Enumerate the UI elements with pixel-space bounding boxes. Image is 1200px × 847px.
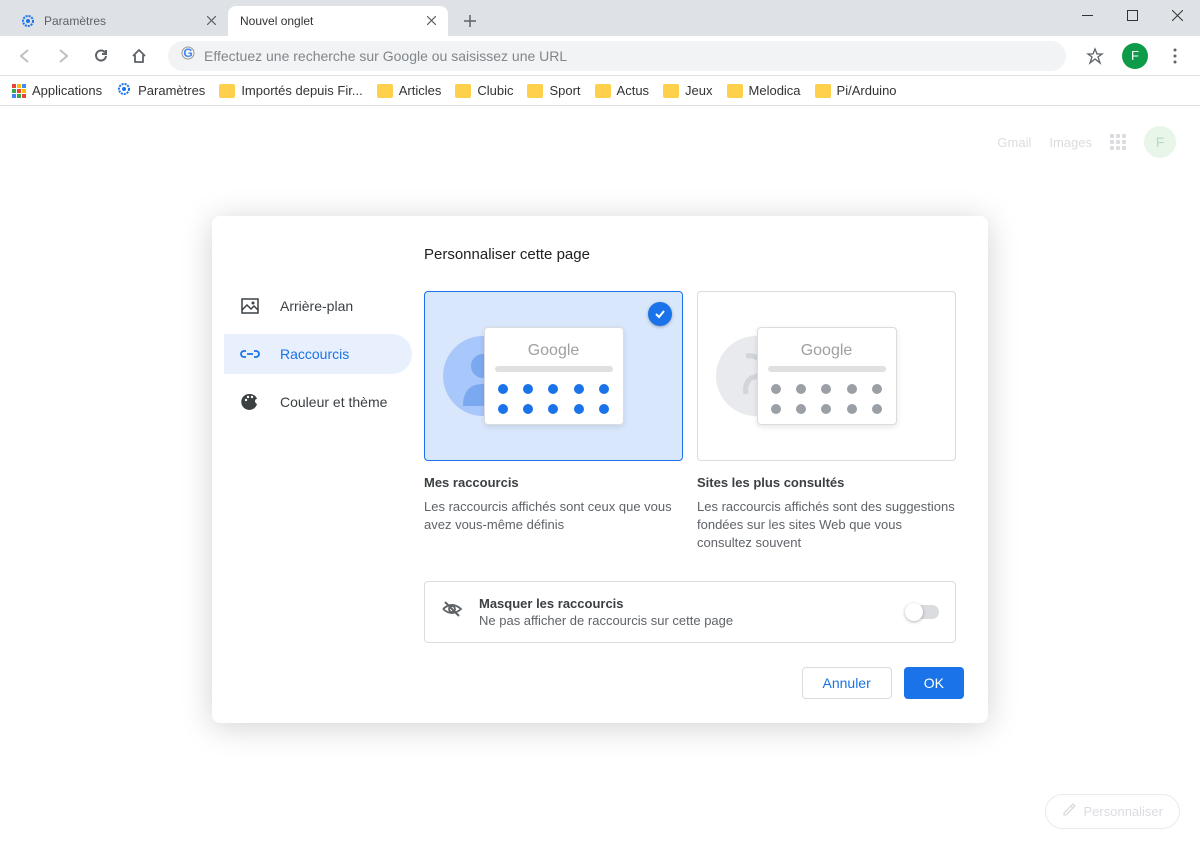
preview-tile: Google — [757, 327, 897, 425]
sidebar-label: Arrière-plan — [280, 298, 353, 314]
folder-icon — [377, 84, 393, 98]
window-close[interactable] — [1155, 0, 1200, 30]
folder-icon — [815, 84, 831, 98]
bookmark-label: Paramètres — [138, 83, 205, 98]
check-icon — [648, 302, 672, 326]
folder-icon — [595, 84, 611, 98]
omnibox-placeholder: Effectuez une recherche sur Google ou sa… — [204, 48, 567, 64]
sidebar-item-shortcuts[interactable]: Raccourcis — [224, 334, 412, 374]
cancel-button[interactable]: Annuler — [802, 667, 892, 699]
option-title: Mes raccourcis — [424, 475, 683, 490]
tab-new[interactable]: Nouvel onglet — [228, 6, 448, 36]
tab-title: Paramètres — [44, 14, 199, 28]
close-icon[interactable] — [427, 14, 436, 28]
image-icon — [240, 296, 260, 316]
hide-toggle[interactable] — [907, 605, 939, 619]
bookmark-folder[interactable]: Pi/Arduino — [815, 83, 897, 98]
hide-shortcuts-row: Masquer les raccourcis Ne pas afficher d… — [424, 581, 956, 643]
svg-text:G: G — [183, 46, 192, 60]
bookmark-label: Melodica — [749, 83, 801, 98]
bookmark-folder[interactable]: Jeux — [663, 83, 712, 98]
option-desc: Les raccourcis affichés sont des suggest… — [697, 498, 956, 553]
dialog-title: Personnaliser cette page — [424, 246, 956, 263]
bookmark-label: Sport — [549, 83, 580, 98]
pencil-icon — [1062, 803, 1076, 820]
sidebar-item-background[interactable]: Arrière-plan — [224, 286, 412, 326]
tab-strip: Paramètres Nouvel onglet — [0, 0, 1200, 36]
folder-icon — [219, 84, 235, 98]
bookmark-label: Actus — [617, 83, 650, 98]
gear-icon — [20, 13, 36, 29]
sidebar-label: Raccourcis — [280, 346, 349, 362]
toolbar: G Effectuez une recherche sur Google ou … — [0, 36, 1200, 76]
google-icon: G — [180, 45, 196, 66]
new-tab-button[interactable] — [456, 7, 484, 35]
window-maximize[interactable] — [1110, 0, 1155, 30]
link-icon — [240, 344, 260, 364]
window-minimize[interactable] — [1065, 0, 1110, 30]
reload-button[interactable] — [84, 39, 118, 73]
bookmark-folder[interactable]: Importés depuis Fir... — [219, 83, 362, 98]
eye-off-icon — [441, 598, 463, 625]
bookmark-label: Jeux — [685, 83, 712, 98]
forward-button[interactable] — [46, 39, 80, 73]
bookmark-label: Applications — [32, 83, 102, 98]
option-title: Sites les plus consultés — [697, 475, 956, 490]
folder-icon — [727, 84, 743, 98]
bookmark-label: Articles — [399, 83, 442, 98]
apps-button[interactable]: Applications — [12, 83, 102, 98]
bookmarks-bar: Applications Paramètres Importés depuis … — [0, 76, 1200, 106]
omnibox[interactable]: G Effectuez une recherche sur Google ou … — [168, 41, 1066, 71]
bookmark-star-button[interactable] — [1078, 39, 1112, 73]
dialog-sidebar: Arrière-plan Raccourcis Couleur et thème — [212, 216, 412, 643]
tab-title: Nouvel onglet — [240, 14, 419, 28]
sidebar-item-theme[interactable]: Couleur et thème — [224, 382, 412, 422]
palette-icon — [240, 392, 260, 412]
customize-page-button[interactable]: Personnaliser — [1045, 794, 1181, 829]
bookmark-label: Pi/Arduino — [837, 83, 897, 98]
bookmark-label: Clubic — [477, 83, 513, 98]
bookmark-folder[interactable]: Articles — [377, 83, 442, 98]
folder-icon — [455, 84, 471, 98]
customize-label: Personnaliser — [1084, 804, 1164, 819]
back-button[interactable] — [8, 39, 42, 73]
home-button[interactable] — [122, 39, 156, 73]
profile-button[interactable]: F — [1122, 43, 1148, 69]
bookmark-folder[interactable]: Clubic — [455, 83, 513, 98]
apps-icon — [12, 84, 26, 98]
preview-tile: Google — [484, 327, 624, 425]
ok-button[interactable]: OK — [904, 667, 964, 699]
close-icon[interactable] — [207, 14, 216, 28]
bookmark-label: Importés depuis Fir... — [241, 83, 362, 98]
tab-settings[interactable]: Paramètres — [8, 6, 228, 36]
bookmark-folder[interactable]: Sport — [527, 83, 580, 98]
sidebar-label: Couleur et thème — [280, 394, 387, 410]
customize-dialog: Arrière-plan Raccourcis Couleur et thème… — [212, 216, 988, 723]
google-logo: Google — [768, 342, 886, 360]
option-desc: Les raccourcis affichés sont ceux que vo… — [424, 498, 683, 534]
folder-icon — [527, 84, 543, 98]
hide-title: Masquer les raccourcis — [479, 596, 891, 611]
option-most-visited[interactable]: Google Sites les plus consultés Les racc… — [697, 291, 956, 553]
kebab-menu[interactable] — [1158, 39, 1192, 73]
gear-icon — [116, 81, 132, 100]
google-logo: Google — [495, 342, 613, 360]
bookmark-folder[interactable]: Actus — [595, 83, 650, 98]
bookmark-settings[interactable]: Paramètres — [116, 81, 205, 100]
folder-icon — [663, 84, 679, 98]
bookmark-folder[interactable]: Melodica — [727, 83, 801, 98]
hide-desc: Ne pas afficher de raccourcis sur cette … — [479, 613, 891, 628]
option-my-shortcuts[interactable]: Google Mes raccourcis Les raccourcis aff… — [424, 291, 683, 553]
